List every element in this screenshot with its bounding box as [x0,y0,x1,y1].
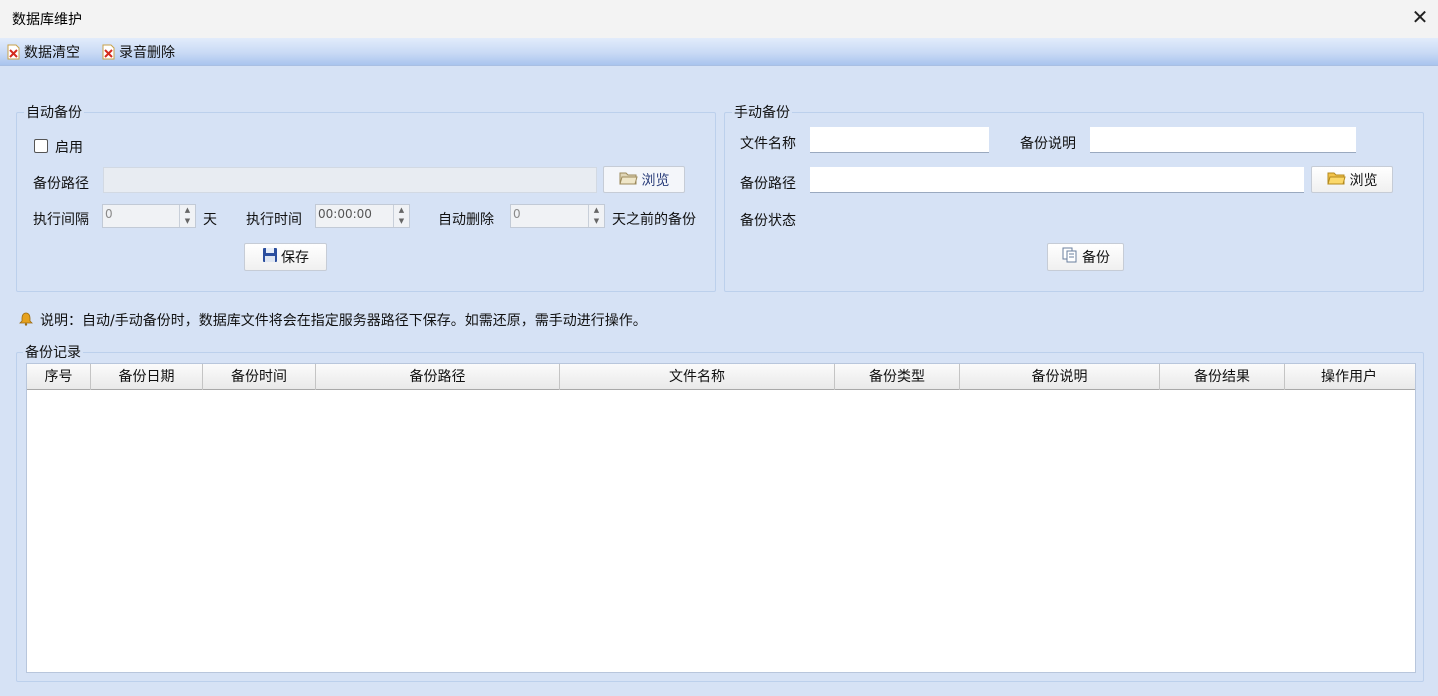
backup-status-label: 备份状态 [740,213,796,229]
window-title: 数据库维护 [12,12,82,28]
manual-backup-title: 手动备份 [732,102,792,122]
delete-recording-button[interactable]: 录音删除 [102,41,175,63]
save-label: 保存 [281,250,309,266]
column-header[interactable]: 序号 [27,364,91,390]
table-header: 序号 备份日期 备份时间 备份路径 文件名称 备份类型 备份说明 备份结果 操作… [27,364,1415,390]
stepper-up-icon[interactable]: ▲ [180,205,195,216]
interval-stepper[interactable]: 0 ▲ ▼ [102,204,196,228]
exec-time-stepper[interactable]: 00:00:00 ▲ ▼ [315,204,410,228]
backup-desc-input[interactable] [1090,127,1356,153]
stepper-down-icon[interactable]: ▼ [180,216,195,227]
file-name-label: 文件名称 [740,136,796,152]
column-header[interactable]: 备份日期 [91,364,203,390]
backup-button[interactable]: 备份 [1047,243,1124,271]
records-title: 备份记录 [23,342,83,362]
manual-path-label: 备份路径 [740,176,796,192]
folder-icon [618,170,639,190]
save-button[interactable]: 保存 [244,243,327,271]
interval-label: 执行间隔 [33,212,89,228]
toolbar [0,38,1438,66]
floppy-disk-icon [262,247,278,267]
document-delete-icon [7,44,20,60]
delete-recording-label: 录音删除 [119,45,175,61]
clear-data-button[interactable]: 数据清空 [7,41,80,63]
bell-icon [19,312,33,330]
column-header[interactable]: 备份时间 [203,364,316,390]
file-name-input[interactable] [810,127,989,153]
auto-browse-label: 浏览 [641,172,670,189]
column-header[interactable]: 备份路径 [316,364,560,390]
auto-backup-group [16,112,716,292]
backup-desc-label: 备份说明 [1020,136,1076,152]
clear-data-label: 数据清空 [24,45,80,61]
backup-note: 说明：自动/手动备份时，数据库文件将会在指定服务器路径下保存。如需还原，需手动进… [40,313,647,329]
auto-delete-value: 0 [513,207,521,221]
auto-browse-button[interactable]: 浏览 [603,166,685,193]
column-header[interactable]: 备份结果 [1160,364,1285,390]
enable-checkbox[interactable] [34,139,48,153]
close-icon[interactable]: ✕ [1409,6,1431,28]
column-header[interactable]: 操作用户 [1285,364,1413,390]
exec-time-label: 执行时间 [246,212,302,228]
records-table[interactable]: 序号 备份日期 备份时间 备份路径 文件名称 备份类型 备份说明 备份结果 操作… [26,363,1416,673]
auto-delete-stepper[interactable]: 0 ▲ ▼ [510,204,605,228]
manual-browse-button[interactable]: 浏览 [1311,166,1393,193]
copy-icon [1061,247,1079,267]
stepper-down-icon[interactable]: ▼ [589,216,604,227]
stepper-down-icon[interactable]: ▼ [394,216,409,227]
stepper-up-icon[interactable]: ▲ [589,205,604,216]
column-header[interactable]: 备份类型 [835,364,960,390]
auto-delete-label: 自动删除 [438,212,494,228]
interval-unit: 天 [203,212,217,228]
backup-label: 备份 [1082,250,1110,266]
column-header[interactable]: 备份说明 [960,364,1160,390]
exec-time-value: 00:00:00 [318,207,372,221]
enable-label: 启用 [55,140,83,156]
document-delete-icon [102,44,115,60]
folder-icon [1326,170,1347,190]
auto-backup-title: 自动备份 [24,102,84,122]
interval-value: 0 [105,207,113,221]
title-bar [0,0,1438,38]
manual-path-input[interactable] [810,167,1304,193]
auto-path-input[interactable] [103,167,597,193]
auto-path-label: 备份路径 [33,176,89,192]
column-header[interactable]: 文件名称 [560,364,835,390]
manual-browse-label: 浏览 [1349,172,1378,189]
stepper-up-icon[interactable]: ▲ [394,205,409,216]
auto-delete-suffix: 天之前的备份 [612,212,696,228]
